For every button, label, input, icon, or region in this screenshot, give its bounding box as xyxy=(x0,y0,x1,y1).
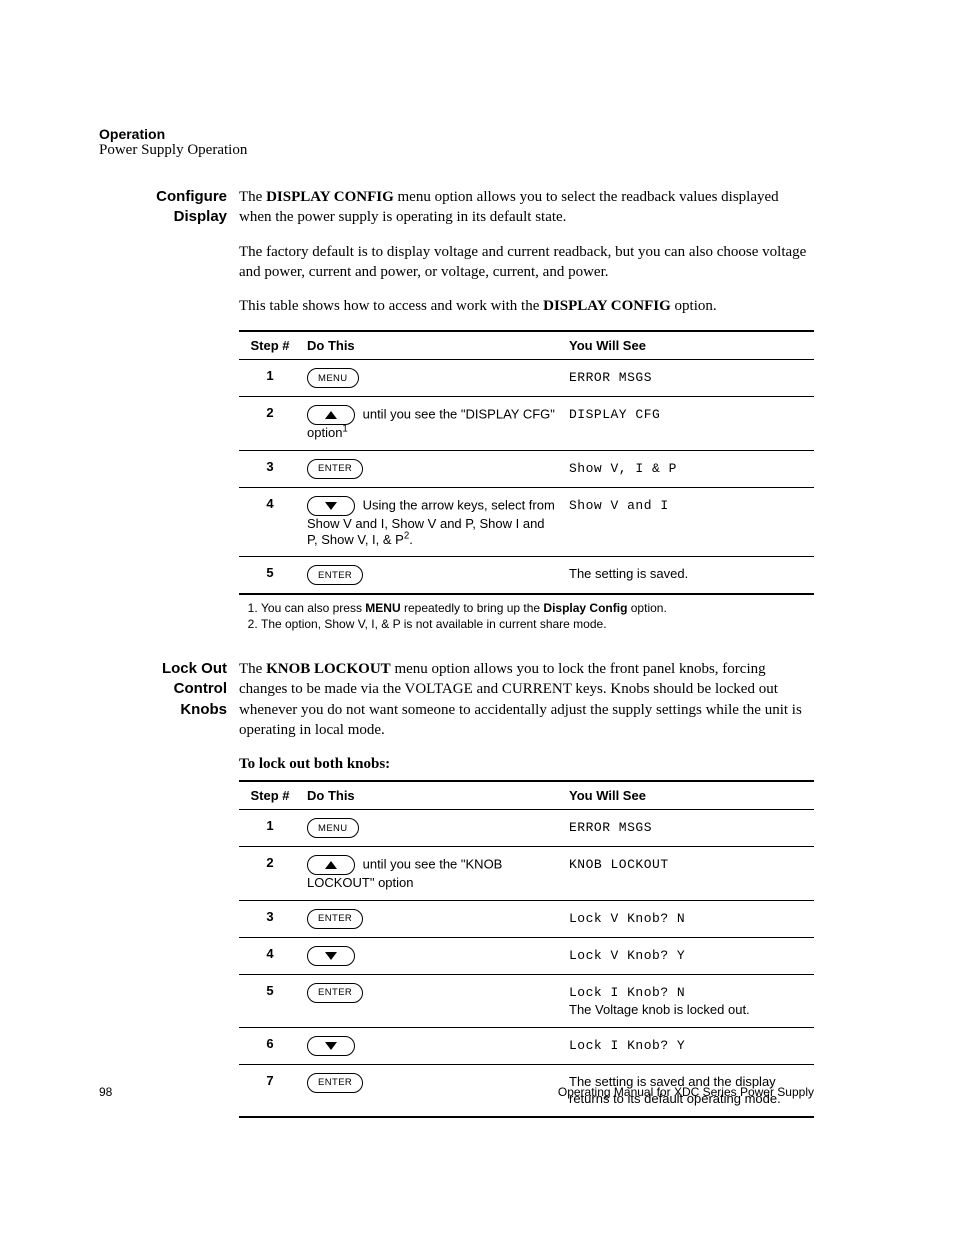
paragraph: The DISPLAY CONFIG menu option allows yo… xyxy=(239,187,814,228)
running-head-subsection: Power Supply Operation xyxy=(99,142,814,159)
down-arrow-key-icon xyxy=(307,1036,355,1056)
col-dothis: Do This xyxy=(301,781,563,810)
table-row: 4 Lock V Knob? Y xyxy=(239,937,814,974)
page-number: 98 xyxy=(99,1085,112,1099)
col-step: Step # xyxy=(239,781,301,810)
running-head-section: Operation xyxy=(99,126,814,142)
table-row: 5 ENTER The setting is saved. xyxy=(239,557,814,595)
menu-key-icon: MENU xyxy=(307,368,359,388)
enter-key-icon: ENTER xyxy=(307,983,363,1003)
col-step: Step # xyxy=(239,331,301,360)
enter-key-icon: ENTER xyxy=(307,459,363,479)
col-see: You Will See xyxy=(563,781,814,810)
table-row: 1 MENU ERROR MSGS xyxy=(239,810,814,847)
footer-title: Operating Manual for XDC Series Power Su… xyxy=(558,1085,814,1099)
paragraph: The factory default is to display voltag… xyxy=(239,242,814,283)
enter-key-icon: ENTER xyxy=(307,565,363,585)
down-arrow-key-icon xyxy=(307,496,355,516)
col-dothis: Do This xyxy=(301,331,563,360)
table-row: 4 Using the arrow keys, select from Show… xyxy=(239,487,814,557)
steps-table-display-cfg: Step # Do This You Will See 1 MENU ERROR… xyxy=(239,330,814,595)
table-row: 2 until you see the "DISPLAY CFG" option… xyxy=(239,397,814,450)
running-head: Operation Power Supply Operation xyxy=(99,126,814,159)
table-row: 3 ENTER Lock V Knob? N xyxy=(239,900,814,937)
margin-heading: Lock Out Control Knobs xyxy=(99,659,239,1118)
table-row: 6 Lock I Knob? Y xyxy=(239,1027,814,1064)
steps-table-knob-lockout: Step # Do This You Will See 1 MENU ERROR… xyxy=(239,780,814,1117)
down-arrow-key-icon xyxy=(307,946,355,966)
margin-heading: Configure Display xyxy=(99,187,239,633)
section-configure-display: Configure Display The DISPLAY CONFIG men… xyxy=(99,187,814,633)
enter-key-icon: ENTER xyxy=(307,909,363,929)
table-row: 3 ENTER Show V, I & P xyxy=(239,450,814,487)
subheading: To lock out both knobs: xyxy=(239,754,814,774)
up-arrow-key-icon xyxy=(307,405,355,425)
footnotes: You can also press MENU repeatedly to br… xyxy=(239,601,814,631)
paragraph: This table shows how to access and work … xyxy=(239,296,814,316)
table-row: 1 MENU ERROR MSGS xyxy=(239,360,814,397)
up-arrow-key-icon xyxy=(307,855,355,875)
menu-key-icon: MENU xyxy=(307,818,359,838)
footnote: The option, Show V, I, & P is not availa… xyxy=(261,617,814,631)
section-lockout-knobs: Lock Out Control Knobs The KNOB LOCKOUT … xyxy=(99,659,814,1118)
table-row: 2 until you see the "KNOB LOCKOUT" optio… xyxy=(239,847,814,900)
paragraph: The KNOB LOCKOUT menu option allows you … xyxy=(239,659,814,740)
footnote: You can also press MENU repeatedly to br… xyxy=(261,601,814,615)
col-see: You Will See xyxy=(563,331,814,360)
table-row: 5 ENTER Lock I Knob? N The Voltage knob … xyxy=(239,974,814,1027)
page-footer: 98 Operating Manual for XDC Series Power… xyxy=(99,1085,814,1099)
